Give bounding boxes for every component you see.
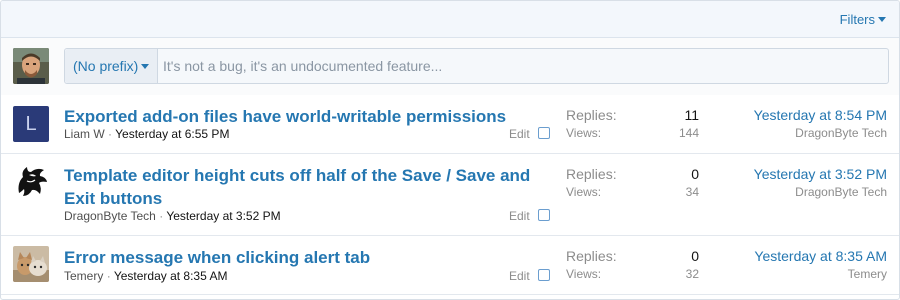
meta-separator: · [159,209,164,223]
replies-count: 11 [684,107,699,123]
thread-start-date[interactable]: Yesterday at 8:35 AM [114,269,228,283]
author-avatar[interactable] [13,163,49,199]
filters-label: Filters [839,12,875,27]
prefix-label: (No prefix) [73,58,139,74]
replies-count: 0 [691,248,699,264]
last-post-date-link[interactable]: Yesterday at 8:35 AM [754,248,887,264]
thread-title-link[interactable]: Template editor height cuts off half of … [64,164,544,210]
quick-thread-bar: (No prefix) [1,38,899,96]
thread-title-link[interactable]: Exported add-on files have world-writabl… [64,105,544,128]
thread-author-link[interactable]: Liam W [64,127,105,141]
views-label: Views: [566,185,602,199]
thread-row: Error message when clicking alert tab Te… [1,236,899,295]
thread-row: L Exported add-on files have world-writa… [1,95,899,154]
user-photo-icon [13,48,49,84]
meta-separator: · [108,127,113,141]
replies-label: Replies: [566,248,617,264]
thread-list: Filters (No prefix) L Exported add-on fi… [0,0,900,300]
dragon-icon [18,167,47,196]
filter-bar: Filters [1,1,899,38]
views-label: Views: [566,126,602,140]
user-avatar[interactable] [13,48,49,84]
thread-start-date[interactable]: Yesterday at 3:52 PM [166,209,280,223]
thread-meta: DragonByte Tech · Yesterday at 3:52 PM [64,209,281,223]
thread-author-link[interactable]: Temery [64,269,103,283]
select-checkbox[interactable] [538,269,550,281]
select-checkbox[interactable] [538,127,550,139]
thread-meta: Liam W · Yesterday at 6:55 PM [64,127,229,141]
thread-title-link[interactable]: Error message when clicking alert tab [64,246,544,269]
thread-row: Template editor height cuts off half of … [1,154,899,236]
last-post-date-link[interactable]: Yesterday at 8:54 PM [754,107,887,123]
views-label: Views: [566,267,602,281]
last-post-user-link[interactable]: DragonByte Tech [795,126,887,140]
last-post-date-link[interactable]: Yesterday at 3:52 PM [754,166,887,182]
replies-count: 0 [691,166,699,182]
last-post-user-link[interactable]: Temery [848,267,887,281]
edit-link[interactable]: Edit [509,209,530,223]
edit-link[interactable]: Edit [509,269,530,283]
filters-button[interactable]: Filters [840,12,886,27]
replies-label: Replies: [566,166,617,182]
thread-meta: Temery · Yesterday at 8:35 AM [64,269,227,283]
thread-start-date[interactable]: Yesterday at 6:55 PM [115,127,229,141]
thread-title-input[interactable] [163,49,883,83]
cat-photo-avatar [13,246,49,282]
select-checkbox[interactable] [538,209,550,221]
meta-separator: · [106,269,111,283]
views-count: 32 [685,267,699,281]
views-count: 144 [678,126,699,140]
quick-thread-field: (No prefix) [64,48,889,84]
chevron-down-icon [141,63,150,69]
thread-author-link[interactable]: DragonByte Tech [64,209,156,223]
prefix-select[interactable]: (No prefix) [65,49,159,83]
last-post-user-link[interactable]: DragonByte Tech [795,185,887,199]
chevron-down-icon [878,17,886,23]
replies-label: Replies: [566,107,617,123]
author-avatar[interactable] [13,246,49,282]
edit-link[interactable]: Edit [509,127,530,141]
views-count: 34 [685,185,699,199]
author-avatar[interactable]: L [13,106,49,142]
